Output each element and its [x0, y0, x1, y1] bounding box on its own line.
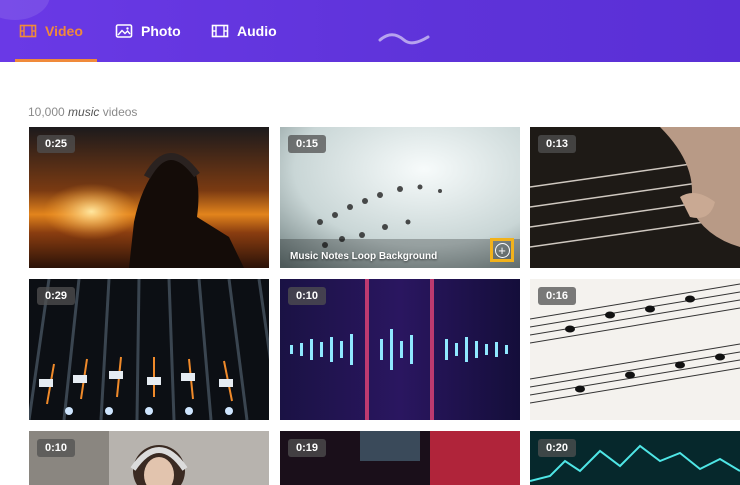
- tab-audio[interactable]: Audio: [211, 0, 277, 62]
- plus-icon: +: [494, 242, 510, 258]
- tab-audio-label: Audio: [237, 23, 277, 39]
- results-count: 10,000 music videos: [28, 105, 137, 119]
- video-thumbnail[interactable]: 0:19: [280, 431, 520, 485]
- video-title-overlay: Music Notes Loop Background: [290, 251, 438, 262]
- duration-badge: 0:25: [37, 135, 75, 153]
- wave-logo-icon: [378, 33, 430, 45]
- video-thumbnail[interactable]: 0:13: [530, 127, 740, 268]
- image-icon: [115, 24, 133, 38]
- video-thumbnail[interactable]: 0:20: [530, 431, 740, 485]
- tab-photo-label: Photo: [141, 23, 181, 39]
- duration-badge: 0:20: [538, 439, 576, 457]
- video-thumbnail[interactable]: 0:10: [280, 279, 520, 420]
- duration-badge: 0:16: [538, 287, 576, 305]
- tab-video[interactable]: Video: [15, 0, 97, 62]
- duration-badge: 0:10: [37, 439, 75, 457]
- results-query: music: [68, 105, 100, 119]
- video-thumbnail[interactable]: 0:10: [29, 431, 269, 485]
- video-thumbnail[interactable]: 0:25: [29, 127, 269, 268]
- film-icon: [19, 24, 37, 38]
- film-icon: [211, 24, 229, 38]
- duration-badge: 0:13: [538, 135, 576, 153]
- results-number: 10,000: [28, 105, 65, 119]
- duration-badge: 0:19: [288, 439, 326, 457]
- duration-badge: 0:10: [288, 287, 326, 305]
- tab-video-label: Video: [45, 23, 83, 39]
- duration-badge: 0:29: [37, 287, 75, 305]
- duration-badge: 0:15: [288, 135, 326, 153]
- tab-photo[interactable]: Photo: [115, 0, 181, 62]
- video-thumbnail[interactable]: 0:29: [29, 279, 269, 420]
- add-to-timeline-button[interactable]: +: [490, 238, 514, 262]
- top-navigation-bar: Video Photo Audio: [0, 0, 740, 62]
- video-thumbnail[interactable]: 0:16: [530, 279, 740, 420]
- results-suffix: videos: [102, 105, 138, 119]
- video-thumbnail[interactable]: 0:15 Music Notes Loop Background +: [280, 127, 520, 268]
